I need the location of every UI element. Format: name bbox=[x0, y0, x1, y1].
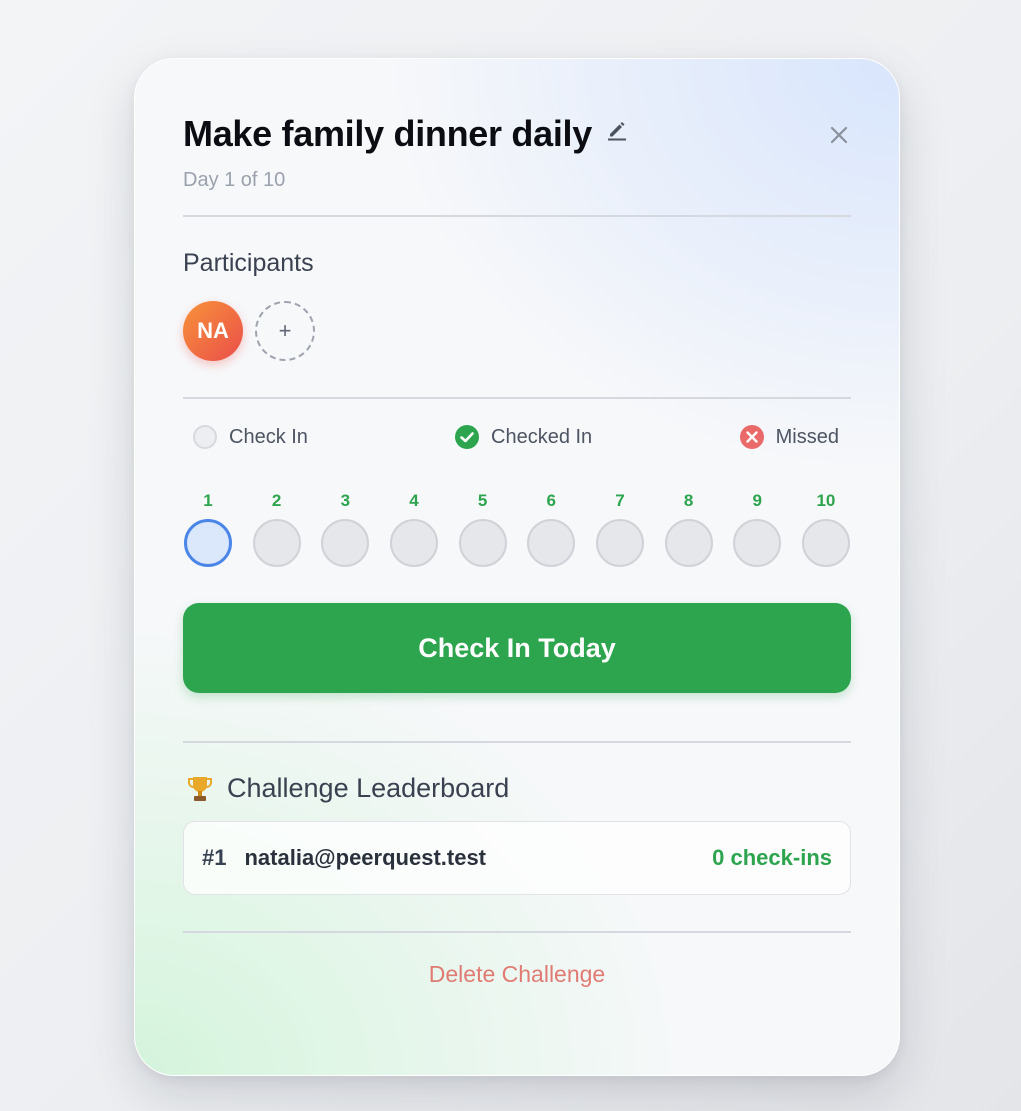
legend-checked-in: Checked In bbox=[455, 425, 592, 449]
day-number: 9 bbox=[752, 491, 762, 510]
challenge-title: Make family dinner daily bbox=[183, 113, 592, 154]
day-item[interactable]: 4 bbox=[389, 491, 439, 567]
challenge-card: Make family dinner daily Day 1 of 10 Par… bbox=[134, 58, 900, 1076]
legend-check-in: Check In bbox=[193, 425, 308, 449]
leaderboard-header: Challenge Leaderboard bbox=[187, 773, 509, 804]
divider bbox=[183, 215, 851, 217]
day-number: 4 bbox=[409, 491, 419, 510]
leaderboard-row: #1 natalia@peerquest.test 0 check-ins bbox=[183, 821, 851, 895]
day-number: 6 bbox=[546, 491, 557, 510]
challenge-progress: Day 1 of 10 bbox=[183, 169, 286, 191]
day-item[interactable]: 3 bbox=[320, 491, 370, 567]
day-circle[interactable] bbox=[389, 519, 438, 567]
day-item[interactable]: 9 bbox=[732, 491, 782, 567]
day-number: 10 bbox=[816, 491, 836, 510]
day-number: 3 bbox=[340, 491, 351, 510]
day-item[interactable]: 8 bbox=[664, 491, 714, 567]
day-tracker: 1 2 3 4 5 6 7 8 9 10 bbox=[183, 491, 851, 567]
day-number: 7 bbox=[615, 491, 625, 510]
day-item[interactable]: 10 bbox=[801, 491, 851, 567]
delete-challenge-button[interactable]: Delete Challenge bbox=[135, 961, 899, 988]
day-circle[interactable] bbox=[458, 519, 507, 567]
participants-label: Participants bbox=[183, 249, 314, 277]
day-number: 8 bbox=[683, 491, 694, 510]
avatar[interactable]: NA bbox=[183, 301, 243, 361]
day-number: 1 bbox=[203, 491, 213, 510]
check-in-today-button[interactable]: Check In Today bbox=[183, 603, 851, 693]
leaderboard-count: 0 check-ins bbox=[712, 845, 832, 870]
legend-missed: Missed bbox=[739, 425, 839, 449]
legend-checked-in-label: Checked In bbox=[491, 425, 593, 448]
day-item[interactable]: 1 bbox=[183, 491, 233, 567]
participants-list: NA + bbox=[183, 301, 315, 361]
divider bbox=[183, 741, 851, 743]
empty-circle-icon bbox=[193, 425, 217, 449]
card-header: Make family dinner daily Day 1 of 10 bbox=[183, 111, 851, 221]
day-circle[interactable] bbox=[664, 519, 713, 567]
title-row: Make family dinner daily bbox=[183, 111, 851, 157]
day-item[interactable]: 6 bbox=[526, 491, 576, 567]
day-circle[interactable] bbox=[527, 519, 576, 567]
leaderboard-email: natalia@peerquest.test bbox=[244, 845, 487, 870]
day-circle[interactable] bbox=[252, 519, 301, 567]
day-number: 5 bbox=[477, 491, 488, 510]
x-circle-icon bbox=[739, 425, 764, 449]
leaderboard-title: Challenge Leaderboard bbox=[227, 773, 510, 803]
divider bbox=[183, 397, 851, 399]
day-circle[interactable] bbox=[321, 519, 370, 567]
legend-check-in-label: Check In bbox=[229, 425, 308, 448]
day-item[interactable]: 5 bbox=[458, 491, 508, 567]
day-item[interactable]: 2 bbox=[252, 491, 302, 567]
check-circle-icon bbox=[455, 425, 479, 449]
close-icon[interactable] bbox=[827, 123, 851, 147]
divider bbox=[183, 931, 851, 933]
day-circle[interactable] bbox=[801, 519, 850, 567]
leaderboard-rank: #1 bbox=[202, 845, 227, 870]
day-circle[interactable] bbox=[595, 519, 644, 567]
trophy-icon bbox=[187, 775, 213, 803]
day-number: 2 bbox=[271, 491, 282, 510]
status-legend: Check In Checked In Missed bbox=[193, 425, 839, 455]
pencil-icon[interactable] bbox=[606, 119, 628, 141]
add-participant-button[interactable]: + bbox=[255, 301, 315, 361]
day-item[interactable]: 7 bbox=[595, 491, 645, 567]
legend-missed-label: Missed bbox=[775, 425, 839, 448]
day-circle-today[interactable] bbox=[184, 519, 232, 567]
day-circle[interactable] bbox=[733, 519, 782, 567]
